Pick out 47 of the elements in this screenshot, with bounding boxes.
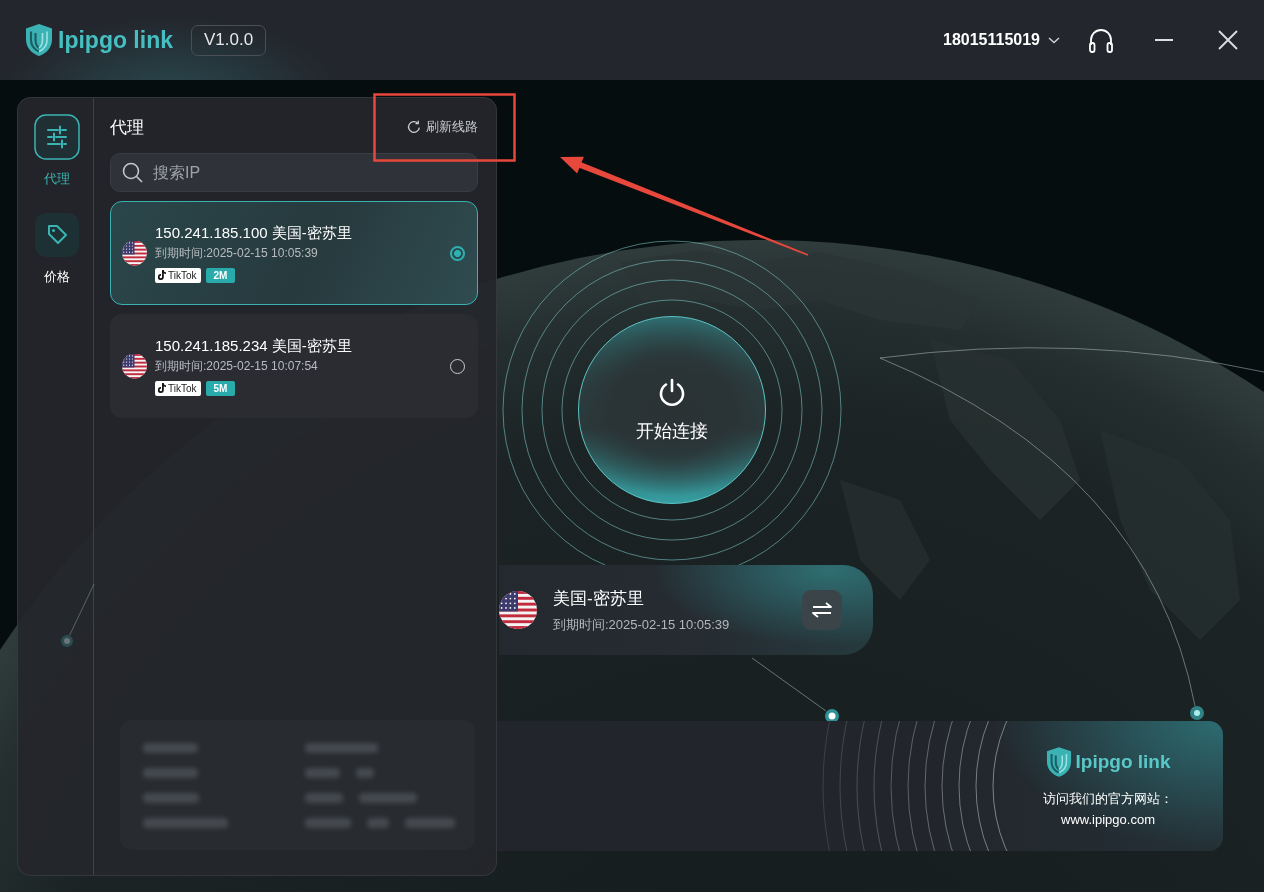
support-button[interactable] — [1087, 27, 1115, 53]
proxy-card[interactable]: 150.241.185.100 美国-密苏里 到期时间:2025-02-15 10:05:39 TikTok 2M — [110, 201, 478, 305]
flag-icon — [499, 591, 537, 629]
refresh-icon — [407, 120, 421, 134]
brand-name: Ipipgo link — [58, 26, 173, 54]
power-icon — [657, 377, 687, 407]
panel-title: 代理 — [110, 116, 144, 139]
proxy-address: 150.241.185.234 美国-密苏里 — [155, 336, 352, 355]
close-icon — [1218, 30, 1238, 50]
swap-button[interactable] — [802, 590, 842, 630]
tag-label: TikTok — [168, 268, 197, 283]
radio-button[interactable] — [450, 245, 465, 261]
swap-icon — [812, 602, 832, 618]
location-name: 美国-密苏里 — [553, 587, 644, 610]
search-field[interactable]: 搜索IP — [110, 153, 478, 192]
music-note-icon — [158, 383, 166, 393]
shield-logo-icon — [25, 23, 53, 57]
bandwidth-tag: 2M — [205, 267, 236, 283]
minimize-icon — [1155, 39, 1173, 41]
proxy-address: 150.241.185.100 美国-密苏里 — [155, 223, 352, 242]
expiry-text: 到期时间:2025-02-15 10:05:39 — [155, 244, 318, 261]
brand-name: Ipipgo link — [1075, 750, 1171, 773]
expiry-text: 到期时间:2025-02-15 10:05:39 — [553, 615, 730, 634]
search-icon — [122, 162, 143, 183]
flag-icon — [122, 353, 147, 379]
music-note-icon — [158, 270, 166, 280]
node-marker-icon — [1190, 706, 1204, 720]
sliders-icon — [34, 114, 80, 160]
node-marker-icon — [61, 635, 73, 647]
website-url: www.ipipgo.com — [1061, 811, 1155, 827]
shield-logo-icon — [1045, 745, 1072, 778]
proxy-card[interactable]: 150.241.185.234 美国-密苏里 到期时间:2025-02-15 10:07:54 TikTok 5M — [110, 314, 478, 418]
close-button[interactable] — [1218, 30, 1238, 50]
account-menu-button[interactable]: 18015115019 — [943, 31, 1060, 49]
refresh-button[interactable]: 刷新线路 — [407, 118, 478, 136]
tag-label: TikTok — [168, 381, 197, 396]
route-line — [69, 583, 95, 636]
sidebar-tab[interactable]: 代理 — [34, 114, 80, 188]
chevron-down-icon — [1048, 36, 1060, 44]
website-caption: 访问我们的官方网站： — [1043, 789, 1173, 808]
flag-icon — [122, 240, 147, 266]
bandwidth-tag: 5M — [205, 380, 236, 396]
expiry-text: 到期时间:2025-02-15 10:07:54 — [155, 357, 318, 374]
tag-icon — [34, 212, 80, 258]
sidebar-tab[interactable]: 价格 — [34, 212, 80, 286]
headset-icon — [1087, 27, 1115, 53]
version-badge: V1.0.0 — [191, 24, 267, 56]
